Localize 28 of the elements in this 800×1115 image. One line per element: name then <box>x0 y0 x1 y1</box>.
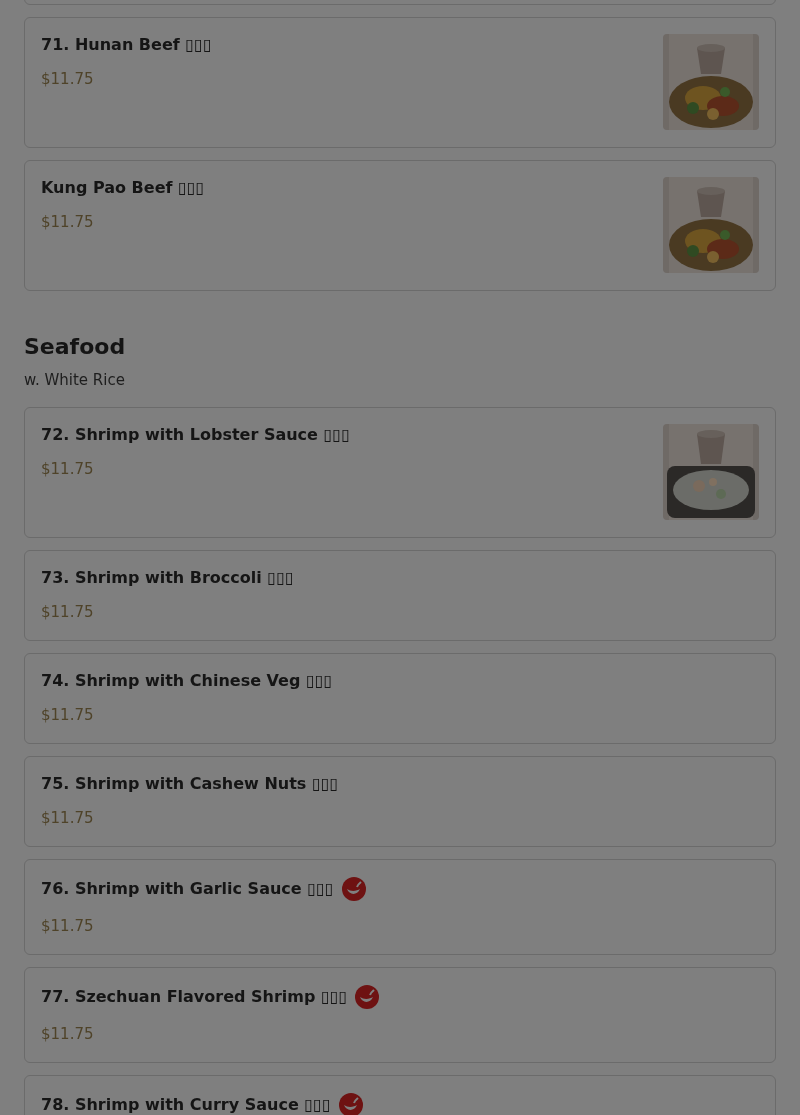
item-price: $11.75 <box>41 602 95 623</box>
item-name: 71. Hunan Beef ▯▯▯ <box>41 34 212 56</box>
item-name: 74. Shrimp with Chinese Veg ▯▯▯ <box>41 670 333 692</box>
item-name: 76. Shrimp with Garlic Sauce ▯▯▯ <box>41 878 334 900</box>
menu-item-card[interactable]: 77. Szechuan Flavored Shrimp ▯▯▯ $11.75 <box>24 967 776 1063</box>
item-price: $11.75 <box>41 916 95 937</box>
item-name: 78. Shrimp with Curry Sauce ▯▯▯ <box>41 1094 331 1115</box>
item-price: $11.75 <box>41 212 95 233</box>
item-name: 75. Shrimp with Cashew Nuts ▯▯▯ <box>41 773 339 795</box>
item-price: $11.75 <box>41 1024 95 1045</box>
item-price: $11.75 <box>41 808 95 829</box>
menu-item-card[interactable]: 75. Shrimp with Cashew Nuts ▯▯▯ $11.75 <box>24 756 776 847</box>
item-name: 73. Shrimp with Broccoli ▯▯▯ <box>41 567 294 589</box>
item-price: $11.75 <box>41 705 95 726</box>
menu-item-card[interactable]: 74. Shrimp with Chinese Veg ▯▯▯ $11.75 <box>24 653 776 744</box>
section-heading: Seafood <box>24 333 127 361</box>
menu-item-card[interactable]: Kung Pao Beef ▯▯▯ $11.75 <box>24 160 776 291</box>
menu-item-card[interactable]: 73. Shrimp with Broccoli ▯▯▯ $11.75 <box>24 550 776 641</box>
menu-item-card[interactable]: 72. Shrimp with Lobster Sauce ▯▯▯ $11.75 <box>24 407 776 538</box>
menu-item-card[interactable]: 76. Shrimp with Garlic Sauce ▯▯▯ $11.75 <box>24 859 776 955</box>
item-name: Kung Pao Beef ▯▯▯ <box>41 177 205 199</box>
section-subtitle: w. White Rice <box>24 370 126 391</box>
menu-item-card[interactable]: 78. Shrimp with Curry Sauce ▯▯▯ <box>24 1075 776 1115</box>
item-price: $11.75 <box>41 459 95 480</box>
item-name: 77. Szechuan Flavored Shrimp ▯▯▯ <box>41 986 348 1008</box>
item-price: $11.75 <box>41 69 95 90</box>
menu-item-card[interactable]: 71. Hunan Beef ▯▯▯ $11.75 <box>24 17 776 148</box>
item-name: 72. Shrimp with Lobster Sauce ▯▯▯ <box>41 424 350 446</box>
